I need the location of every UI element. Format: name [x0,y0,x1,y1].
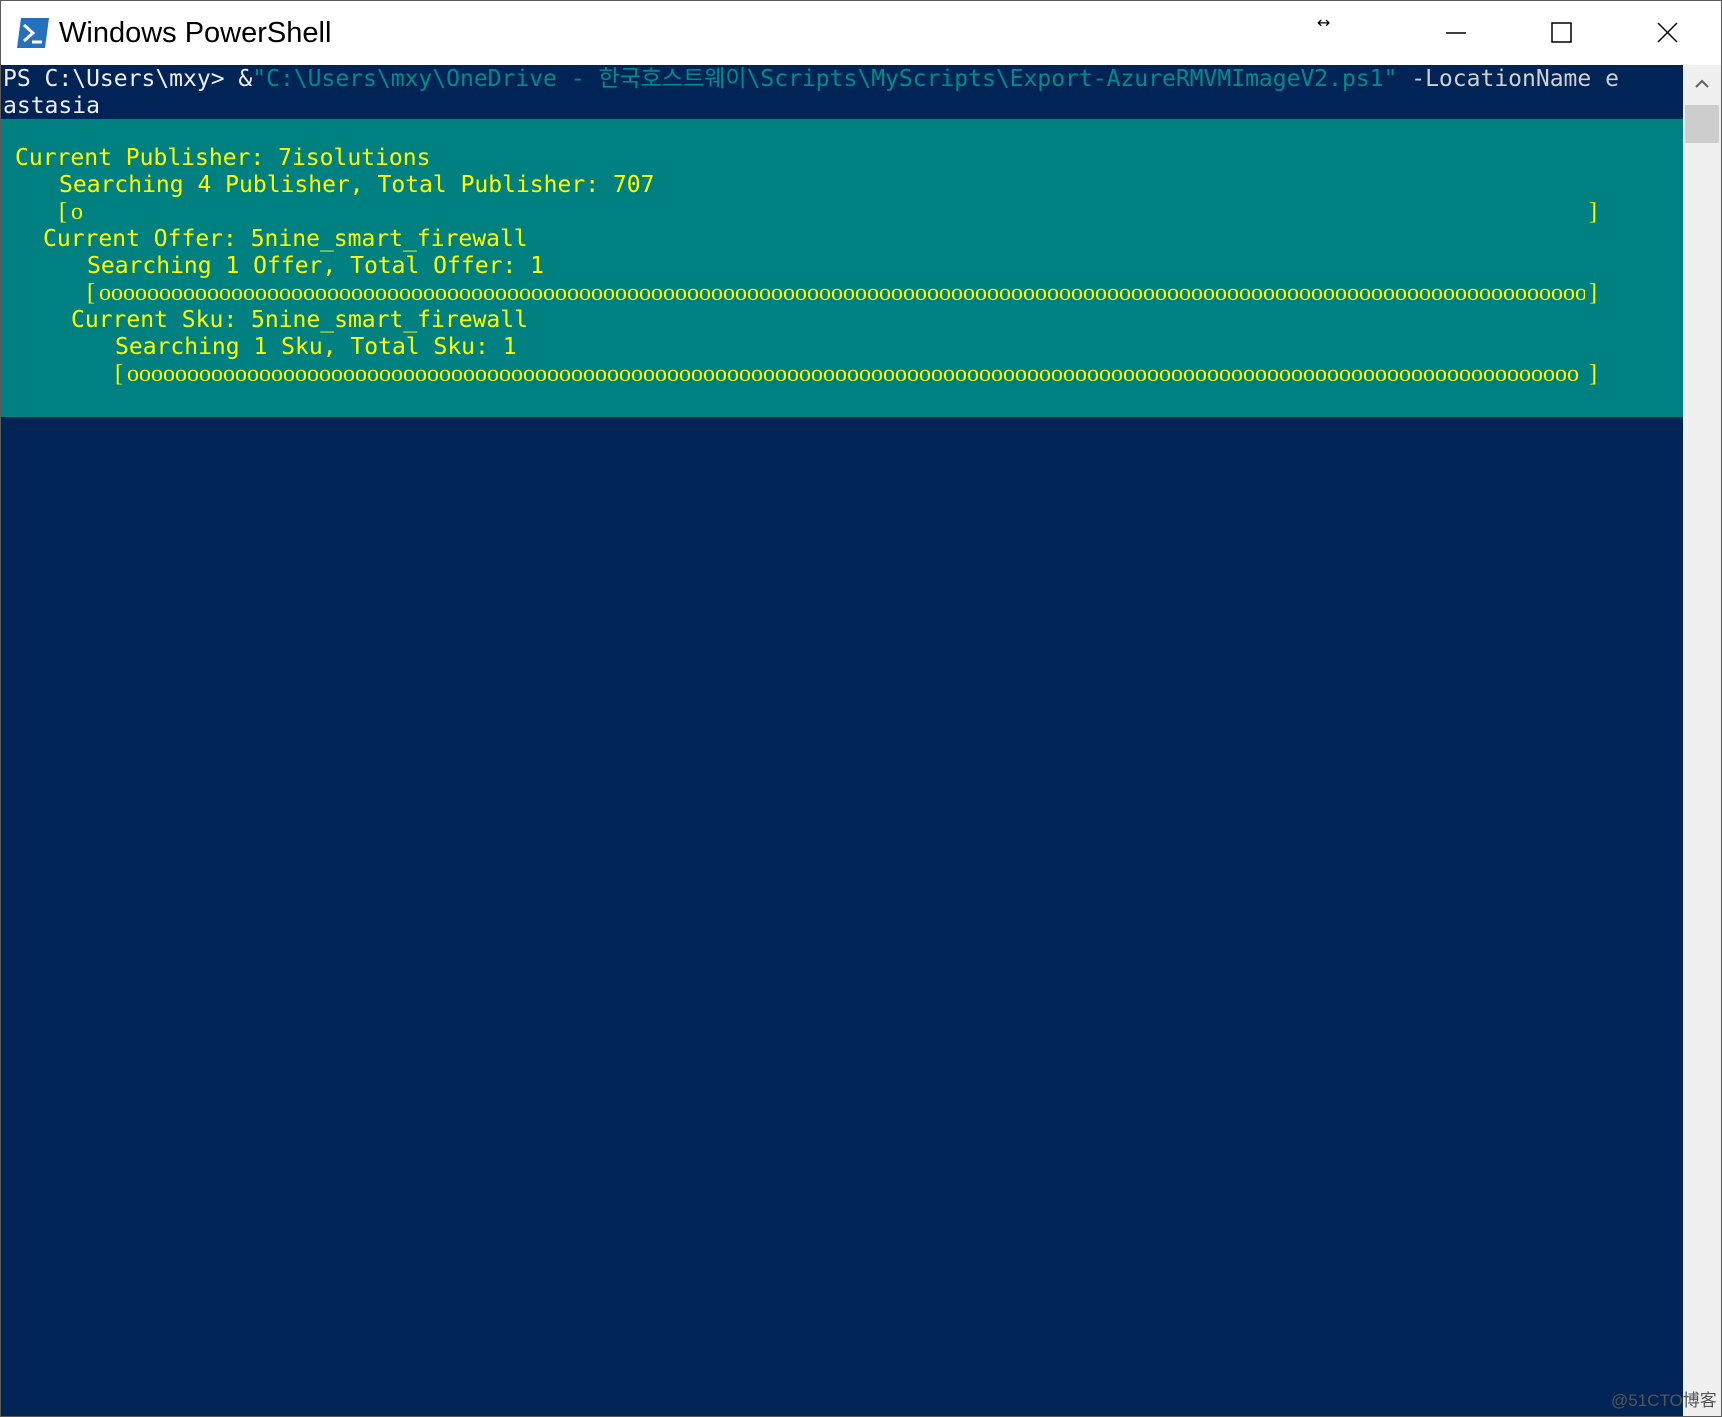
minimize-button[interactable] [1405,1,1509,65]
console-area[interactable]: PS C:\Users\mxy> &"C:\Users\mxy\OneDrive… [1,65,1683,1416]
publisher-progress-bar: [ o ] [59,199,1597,226]
bar-close-bracket: ] [1589,280,1597,306]
location-parameter: -LocationName e [1397,66,1619,92]
powershell-window: Windows PowerShell ↔ PS C:\Users\mxy> &"… [0,0,1722,1417]
bar-open-bracket: [ [59,199,67,225]
progress-panel: Current Publisher: 7isolutions Searching… [1,119,1683,417]
offer-status: Searching 1 Offer, Total Offer: 1 [87,253,544,279]
publisher-progress-fill: o [71,199,83,225]
chevron-up-icon [1695,79,1709,88]
sku-activity: Current Sku: 5nine_smart_firewall [71,307,528,333]
publisher-activity: Current Publisher: 7isolutions [15,145,431,171]
powershell-icon[interactable] [15,16,51,50]
scroll-up-button[interactable] [1683,65,1721,103]
command-line-wrap: astasia [3,93,100,119]
command-line: PS C:\Users\mxy> &"C:\Users\mxy\OneDrive… [3,66,1619,93]
bar-open-bracket: [ [87,280,95,306]
maximize-button[interactable] [1509,1,1613,65]
minimize-icon [1446,32,1466,34]
sku-status: Searching 1 Sku, Total Sku: 1 [115,334,517,360]
publisher-status: Searching 4 Publisher, Total Publisher: … [59,172,655,198]
title-bar[interactable]: Windows PowerShell ↔ [1,1,1721,65]
offer-progress-fill: oooooooooooooooooooooooooooooooooooooooo… [99,280,1585,306]
window-title: Windows PowerShell [59,17,332,49]
sku-progress-fill: oooooooooooooooooooooooooooooooooooooooo… [127,361,1579,387]
scrollbar-thumb[interactable] [1685,105,1719,143]
vertical-scrollbar[interactable] [1683,65,1721,1416]
bar-close-bracket: ] [1589,199,1597,225]
watermark: @51CTO博客 [1611,1391,1717,1410]
call-operator: & [238,66,253,92]
close-icon [1657,22,1678,43]
prompt-text: PS C:\Users\mxy> [3,66,239,92]
bar-open-bracket: [ [115,361,123,387]
script-path-string: "C:\Users\mxy\OneDrive - 한국호스트웨이\Scripts… [252,66,1398,92]
resize-icon: ↔ [1317,13,1331,32]
offer-activity: Current Offer: 5nine_smart_firewall [43,226,528,252]
close-button[interactable] [1613,1,1717,65]
offer-progress-bar: [ oooooooooooooooooooooooooooooooooooooo… [87,280,1597,307]
sku-progress-bar: [ oooooooooooooooooooooooooooooooooooooo… [115,361,1597,388]
maximize-icon [1551,22,1572,43]
bar-close-bracket: ] [1589,361,1597,387]
